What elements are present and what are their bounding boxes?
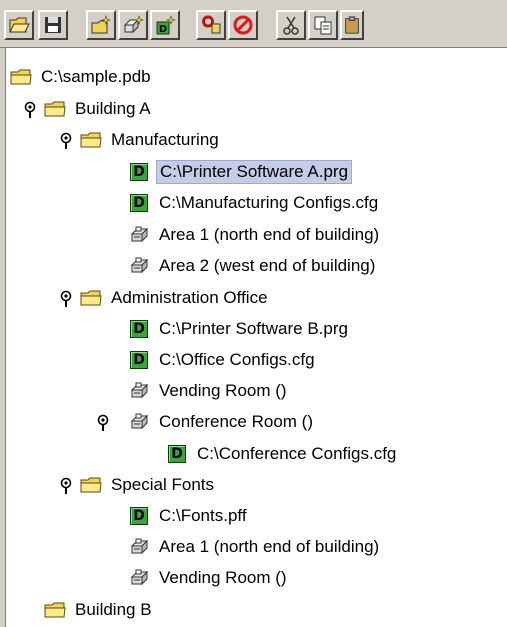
tree-node-label: Administration Office: [111, 288, 268, 307]
download-file-icon: D: [166, 444, 188, 464]
tree-node-label: C:\Manufacturing Configs.cfg: [159, 193, 379, 212]
pin-icon[interactable]: [59, 290, 73, 308]
printer-icon: [128, 537, 150, 557]
svg-text:D: D: [159, 24, 167, 35]
pin-icon[interactable]: [59, 477, 73, 495]
tree-node-file[interactable]: D C:\Printer Software A.prg: [128, 159, 353, 185]
folder-icon: [10, 67, 32, 87]
properties-button[interactable]: [196, 10, 226, 40]
paste-icon: [345, 16, 359, 34]
tree-node-label: C:\Office Configs.cfg: [159, 350, 315, 369]
open-folder-icon: [9, 17, 30, 33]
tree-node-printer[interactable]: Area 2 (west end of building): [128, 253, 378, 279]
download-file-icon: D: [128, 162, 150, 182]
tree-node-printer[interactable]: Conference Room (): [128, 409, 316, 435]
tree-node-printer[interactable]: Vending Room (): [128, 378, 290, 404]
open-folder-icon: [80, 475, 102, 495]
tree-node-label: Vending Room (): [159, 381, 287, 400]
new-download-icon: D: [156, 15, 176, 35]
new-folder-icon: [91, 15, 111, 34]
tree-node-administration-office[interactable]: Administration Office: [80, 285, 271, 311]
new-printer-button[interactable]: [118, 10, 148, 40]
open-button[interactable]: [4, 10, 34, 40]
tree-node-label: Area 1 (north end of building): [159, 225, 380, 244]
tree-node-special-fonts[interactable]: Special Fonts: [80, 472, 217, 498]
tree-node-printer[interactable]: Area 1 (north end of building): [128, 222, 382, 248]
tree-node-label: Special Fonts: [111, 475, 214, 494]
download-file-icon: D: [128, 350, 150, 370]
tree-node-label: C:\Conference Configs.cfg: [197, 444, 397, 463]
new-download-button[interactable]: D: [150, 10, 180, 40]
tree-node-building-b[interactable]: Building B: [44, 597, 155, 623]
pin-icon[interactable]: [96, 414, 110, 432]
new-folder-button[interactable]: [86, 10, 116, 40]
paste-button[interactable]: [340, 10, 364, 40]
save-button[interactable]: [38, 10, 68, 40]
delete-icon: [233, 15, 253, 35]
cut-button[interactable]: [276, 10, 306, 40]
tree-node-root[interactable]: C:\sample.pdb: [10, 64, 154, 90]
printer-icon: [128, 412, 150, 432]
copy-button[interactable]: [308, 10, 338, 40]
tree-node-label: C:\sample.pdb: [41, 67, 151, 86]
tree-node-file[interactable]: D C:\Printer Software B.prg: [128, 316, 351, 342]
cut-icon: [283, 16, 299, 35]
tree-node-manufacturing[interactable]: Manufacturing: [80, 127, 222, 153]
tree-node-label-selected: C:\Printer Software A.prg: [156, 160, 353, 184]
tree-node-printer[interactable]: Area 1 (north end of building): [128, 534, 382, 560]
open-folder-icon: [80, 130, 102, 150]
save-disk-icon: [45, 17, 61, 33]
tree-node-label: Building B: [75, 600, 152, 619]
properties-icon: [202, 15, 221, 34]
tree-node-label: C:\Printer Software B.prg: [159, 319, 348, 338]
tree-node-label: Vending Room (): [159, 568, 287, 587]
open-folder-icon: [44, 99, 66, 119]
copy-icon: [314, 16, 332, 35]
download-file-icon: D: [128, 319, 150, 339]
folder-icon: [44, 600, 66, 620]
tree-node-label: Building A: [75, 99, 151, 118]
tree-node-building-a[interactable]: Building A: [44, 96, 154, 122]
tree-node-label: Manufacturing: [111, 130, 219, 149]
printer-icon: [128, 256, 150, 276]
tree-node-label: Conference Room (): [159, 412, 314, 431]
download-file-icon: D: [128, 506, 150, 526]
download-file-icon: D: [128, 193, 150, 213]
printer-icon: [128, 225, 150, 245]
toolbar: D: [0, 0, 507, 48]
pin-icon[interactable]: [59, 132, 73, 150]
tree-node-label: C:\Fonts.pff: [159, 506, 247, 525]
tree-node-file[interactable]: D C:\Manufacturing Configs.cfg: [128, 190, 381, 216]
printer-icon: [128, 381, 150, 401]
tree-node-printer[interactable]: Vending Room (): [128, 565, 290, 591]
delete-button[interactable]: [228, 10, 258, 40]
tree-node-file[interactable]: D C:\Office Configs.cfg: [128, 347, 318, 373]
new-printer-icon: [123, 15, 144, 34]
pin-icon[interactable]: [23, 101, 37, 119]
printer-icon: [128, 568, 150, 588]
open-folder-icon: [80, 288, 102, 308]
tree-node-file[interactable]: D C:\Conference Configs.cfg: [166, 441, 399, 467]
tree-node-file[interactable]: D C:\Fonts.pff: [128, 503, 250, 529]
tree-view: C:\sample.pdb Building A Manufacturing D…: [6, 52, 507, 627]
tree-node-label: Area 1 (north end of building): [159, 537, 380, 556]
tree-node-label: Area 2 (west end of building): [159, 256, 376, 275]
